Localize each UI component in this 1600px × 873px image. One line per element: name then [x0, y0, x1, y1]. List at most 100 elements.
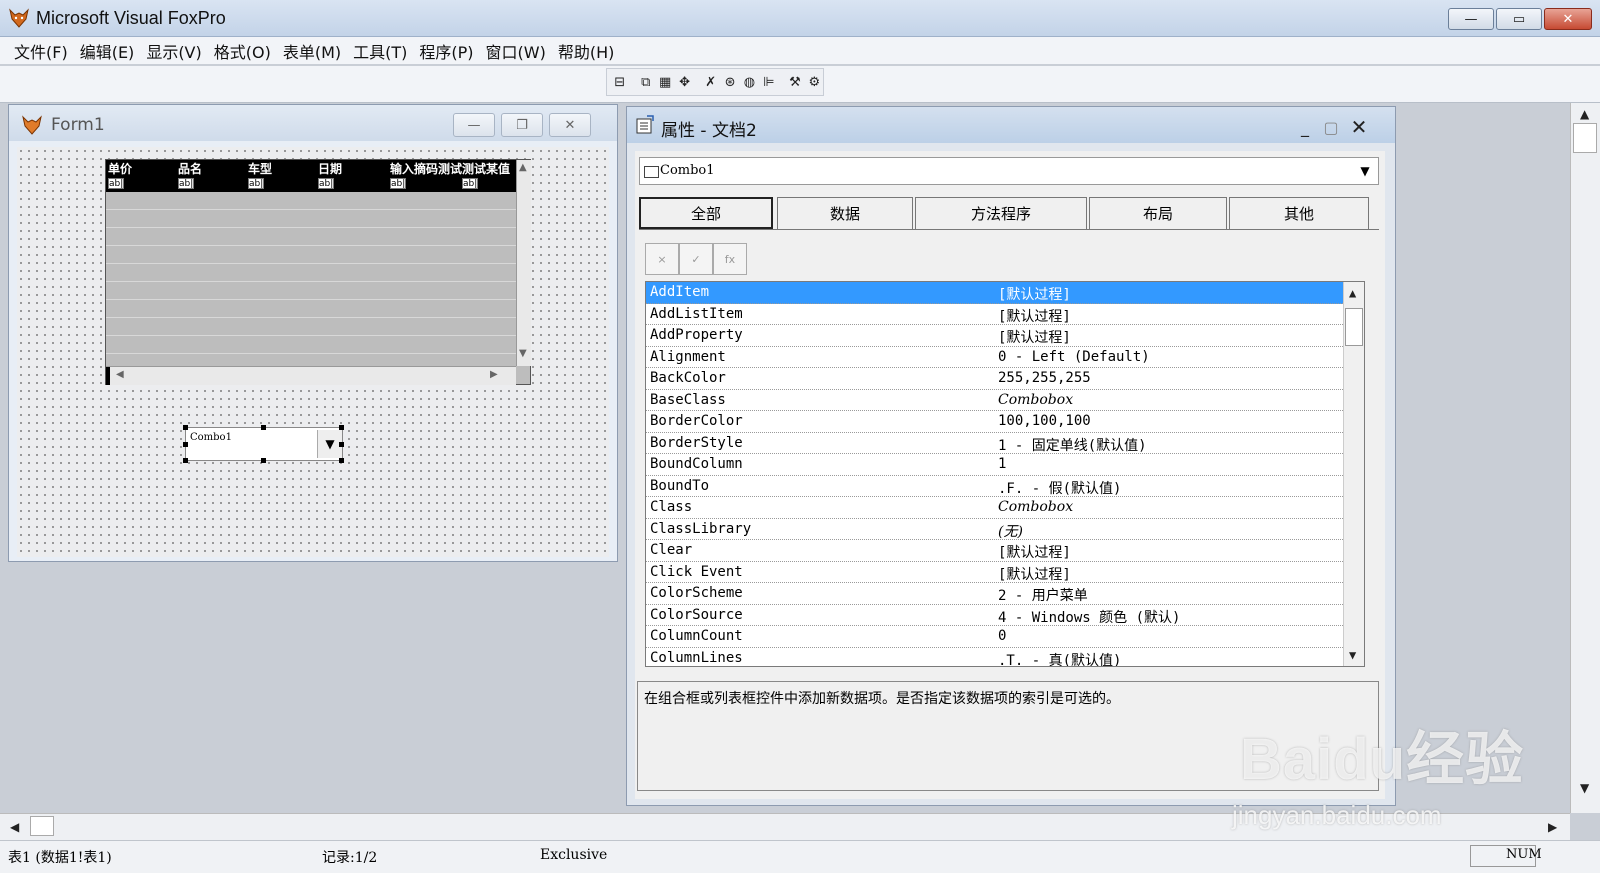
property-list-scrollbar[interactable]: ▲ ▼ [1343, 282, 1364, 666]
menu-view[interactable]: 显示(V) [140, 39, 207, 63]
property-row[interactable]: Clear [默认过程] [646, 540, 1343, 562]
tab-data[interactable]: 数据 [777, 197, 913, 229]
property-row[interactable]: ColumnLines .T. - 真(默认值) [646, 648, 1343, 667]
property-row[interactable]: BoundTo .F. - 假(默认值) [646, 476, 1343, 498]
form-design-canvas[interactable]: 单价 品名 车型 日期 输入摘码测试 测试某值 ab| ab| ab| ab| … [17, 147, 609, 557]
property-row[interactable]: BorderStyle 1 - 固定单线(默认值) [646, 433, 1343, 455]
property-value[interactable]: Combobox [998, 499, 1073, 515]
property-value[interactable]: [默认过程] [998, 564, 1071, 584]
property-value[interactable]: [默认过程] [998, 542, 1071, 562]
property-row[interactable]: BaseClass Combobox [646, 390, 1343, 411]
data-environment-icon[interactable]: ▦ [656, 71, 673, 93]
selection-handle[interactable] [183, 442, 188, 447]
scroll-down-icon[interactable]: ▼ [519, 348, 527, 359]
property-row[interactable]: AddListItem [默认过程] [646, 304, 1343, 326]
menu-form[interactable]: 表单(M) [277, 39, 347, 63]
tab-order-icon[interactable]: ⧉ [637, 71, 654, 93]
grid-horizontal-scrollbar[interactable]: ◀ ▶ [106, 366, 516, 385]
selection-handle[interactable] [261, 425, 266, 430]
grid-vertical-scrollbar[interactable]: ▲ ▼ [516, 160, 531, 366]
property-value[interactable]: 1 - 固定单线(默认值) [998, 435, 1147, 455]
tab-layout[interactable]: 布局 [1089, 197, 1227, 229]
chevron-down-icon[interactable]: ▼ [1354, 160, 1376, 182]
property-row[interactable]: Alignment 0 - Left (Default) [646, 347, 1343, 368]
property-value[interactable]: [默认过程] [998, 306, 1071, 326]
expression-builder-icon[interactable]: fx [713, 243, 747, 275]
main-vertical-scrollbar[interactable]: ▲ ▼ [1570, 103, 1600, 813]
form1-minimize-button[interactable]: — [453, 113, 495, 137]
scroll-up-icon[interactable]: ▲ [519, 162, 527, 173]
property-row[interactable]: BorderColor 100,100,100 [646, 411, 1343, 433]
scrollbar-thumb[interactable] [30, 816, 54, 836]
scrollbar-thumb[interactable] [1573, 123, 1597, 153]
property-row[interactable]: BoundColumn 1 [646, 454, 1343, 476]
property-value[interactable]: 0 [998, 628, 1006, 644]
menu-window[interactable]: 窗口(W) [480, 39, 552, 63]
layout-icon[interactable]: ⊫ [760, 71, 777, 93]
property-value[interactable]: 0 - Left (Default) [998, 349, 1150, 365]
scroll-left-icon[interactable]: ◀ [10, 820, 19, 834]
menu-tools[interactable]: 工具(T) [347, 39, 413, 63]
property-value[interactable]: (无) [998, 521, 1023, 541]
selection-handle[interactable] [339, 425, 344, 430]
tab-methods[interactable]: 方法程序 [915, 197, 1087, 229]
form1-close-button[interactable]: ✕ [549, 113, 591, 137]
property-row[interactable]: BackColor 255,255,255 [646, 368, 1343, 390]
scroll-down-icon[interactable]: ▼ [1580, 781, 1589, 795]
selection-handle[interactable] [339, 458, 344, 463]
scroll-right-icon[interactable]: ▶ [490, 369, 498, 380]
property-row[interactable]: Class Combobox [646, 497, 1343, 519]
selection-handle[interactable] [183, 458, 188, 463]
menu-format[interactable]: 格式(O) [208, 39, 277, 63]
menu-file[interactable]: 文件(F) [8, 39, 74, 63]
property-row[interactable]: ClassLibrary (无) [646, 519, 1343, 541]
selection-handle[interactable] [183, 425, 188, 430]
autoformat-icon[interactable]: ⚙ [806, 71, 823, 93]
scroll-right-icon[interactable]: ▶ [1548, 820, 1557, 834]
form-builder-icon[interactable]: ⚒ [786, 71, 803, 93]
property-value[interactable]: 2 - 用户菜单 [998, 585, 1088, 605]
close-button[interactable]: ✕ [1544, 8, 1592, 30]
property-value[interactable]: 255,255,255 [998, 370, 1091, 386]
scroll-left-icon[interactable]: ◀ [116, 369, 124, 380]
align-icon[interactable]: ⊟ [611, 71, 628, 93]
property-value[interactable]: .F. - 假(默认值) [998, 478, 1121, 498]
tab-all[interactable]: 全部 [639, 197, 773, 229]
properties-maximize-button[interactable]: ▢ [1319, 115, 1343, 139]
property-value[interactable]: 1 [998, 456, 1006, 472]
form1-titlebar[interactable]: Form1 — ❐ ✕ [9, 105, 617, 141]
object-selector[interactable]: Combo1 ▼ [639, 157, 1379, 185]
properties-icon[interactable]: ✥ [676, 71, 693, 93]
property-row[interactable]: Click Event [默认过程] [646, 562, 1343, 584]
cancel-edit-icon[interactable]: × [645, 243, 679, 275]
menu-program[interactable]: 程序(P) [413, 39, 479, 63]
property-row[interactable]: AddItem [默认过程] [646, 282, 1343, 304]
combo-control[interactable]: Combo1 ▼ [185, 427, 343, 461]
minimize-button[interactable]: — [1448, 8, 1494, 30]
properties-minimize-button[interactable]: _ [1293, 115, 1317, 139]
scroll-down-icon[interactable]: ▼ [1349, 648, 1356, 662]
property-value[interactable]: 100,100,100 [998, 413, 1091, 429]
scrollbar-thumb[interactable] [1345, 308, 1363, 346]
scroll-up-icon[interactable]: ▲ [1349, 286, 1356, 300]
property-value[interactable]: [默认过程] [998, 327, 1071, 347]
accept-edit-icon[interactable]: ✓ [679, 243, 713, 275]
property-value[interactable]: 4 - Windows 颜色 (默认) [998, 607, 1180, 627]
property-row[interactable]: ColorSource 4 - Windows 颜色 (默认) [646, 605, 1343, 627]
selection-handle[interactable] [261, 458, 266, 463]
property-value[interactable]: [默认过程] [998, 284, 1071, 304]
maximize-button[interactable]: ▭ [1496, 8, 1542, 30]
property-value[interactable]: Combobox [998, 392, 1073, 408]
property-row[interactable]: ColorScheme 2 - 用户菜单 [646, 583, 1343, 605]
property-value[interactable]: .T. - 真(默认值) [998, 650, 1121, 667]
tab-other[interactable]: 其他 [1229, 197, 1369, 229]
code-icon[interactable]: ✗ [702, 71, 719, 93]
menu-edit[interactable]: 编辑(E) [74, 39, 141, 63]
form-controls-icon[interactable]: ⊛ [721, 71, 738, 93]
properties-titlebar[interactable]: 属性 - 文档2 _ ▢ ✕ [627, 107, 1395, 143]
properties-close-button[interactable]: ✕ [1347, 115, 1371, 139]
property-row[interactable]: AddProperty [默认过程] [646, 325, 1343, 347]
scroll-up-icon[interactable]: ▲ [1580, 107, 1589, 121]
property-list[interactable]: AddItem [默认过程] AddListItem [默认过程] AddPropert… [645, 281, 1365, 667]
selection-handle[interactable] [339, 442, 344, 447]
